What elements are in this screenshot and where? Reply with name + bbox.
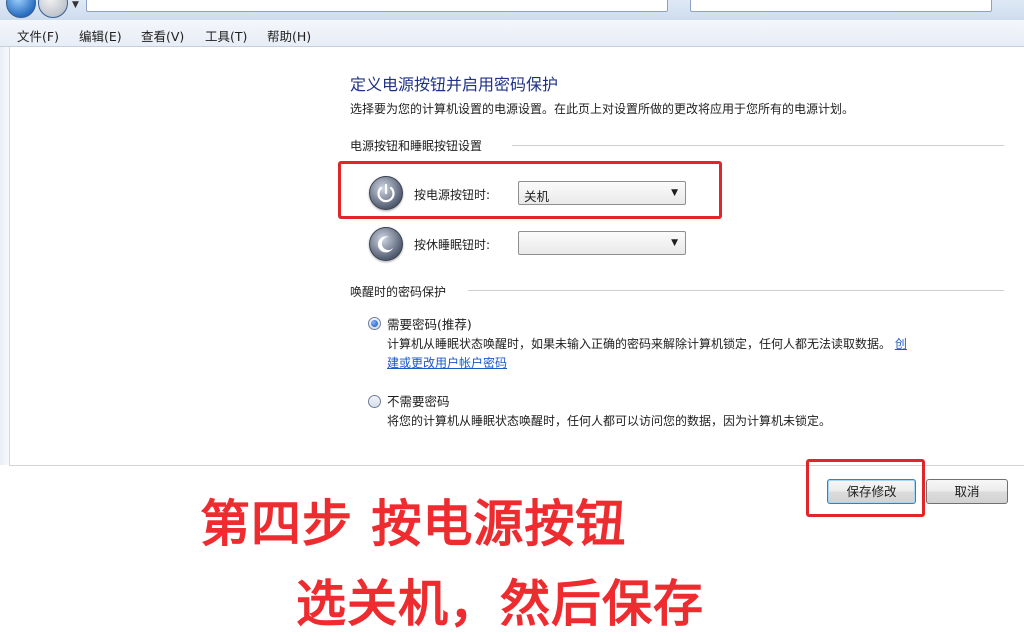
password-section-label: 唤醒时的密码保护 <box>350 285 447 299</box>
no-password-radio[interactable] <box>368 395 381 408</box>
require-password-radio[interactable] <box>368 317 381 330</box>
address-box[interactable] <box>86 0 668 12</box>
create-password-link[interactable]: 建或更改用户帐户密码 <box>387 354 507 371</box>
page-title: 定义电源按钮并启用密码保护 <box>350 75 559 94</box>
power-section-divider <box>512 145 1004 146</box>
menu-edit[interactable]: 编辑(E) <box>79 26 122 45</box>
power-section-label: 电源按钮和睡眠按钮设置 <box>350 139 483 153</box>
password-section-divider <box>468 290 1004 291</box>
forward-button[interactable] <box>38 0 68 18</box>
sleep-button-dropdown[interactable]: ▼ <box>518 231 686 255</box>
back-button[interactable] <box>6 0 36 18</box>
require-password-label[interactable]: 需要密码(推荐) <box>387 314 472 333</box>
cancel-button[interactable]: 取消 <box>926 479 1008 504</box>
menu-file[interactable]: 文件(F) <box>17 26 59 45</box>
page-subtitle: 选择要为您的计算机设置的电源设置。在此页上对设置所做的更改将应用于您所有的电源计… <box>350 102 855 116</box>
dropdown-arrow-icon: ▼ <box>671 238 678 248</box>
menu-bar: 文件(F) 编辑(E) 查看(V) 工具(T) 帮助(H) <box>0 20 1024 47</box>
highlight-power-button-setting <box>338 161 722 219</box>
require-password-desc-text: 计算机从睡眠状态唤醒时，如果未输入正确的密码来解除计算机锁定，任何人都无法读取数… <box>387 337 892 351</box>
step-caption-line1: 第四步 按电源按钮 <box>200 495 627 553</box>
menu-help[interactable]: 帮助(H) <box>267 26 311 45</box>
step-caption-line2: 选关机，然后保存 <box>296 575 704 633</box>
address-bar-strip: ▼ <box>0 0 1024 20</box>
no-password-label[interactable]: 不需要密码 <box>387 391 450 410</box>
left-nav-panel <box>0 47 10 465</box>
recent-pages-arrow-icon[interactable]: ▼ <box>72 0 79 10</box>
menu-tools[interactable]: 工具(T) <box>205 26 247 45</box>
create-password-link-part1[interactable]: 创 <box>895 337 907 351</box>
no-password-desc: 将您的计算机从睡眠状态唤醒时，任何人都可以访问您的数据，因为计算机未锁定。 <box>387 414 832 428</box>
search-box[interactable] <box>690 0 992 12</box>
highlight-save-button <box>806 459 925 517</box>
require-password-desc: 计算机从睡眠状态唤醒时，如果未输入正确的密码来解除计算机锁定，任何人都无法读取数… <box>387 335 907 352</box>
sleep-button-icon <box>369 227 403 261</box>
sleep-button-label: 按休睡眠钮时: <box>414 238 491 252</box>
menu-view[interactable]: 查看(V) <box>141 26 184 45</box>
